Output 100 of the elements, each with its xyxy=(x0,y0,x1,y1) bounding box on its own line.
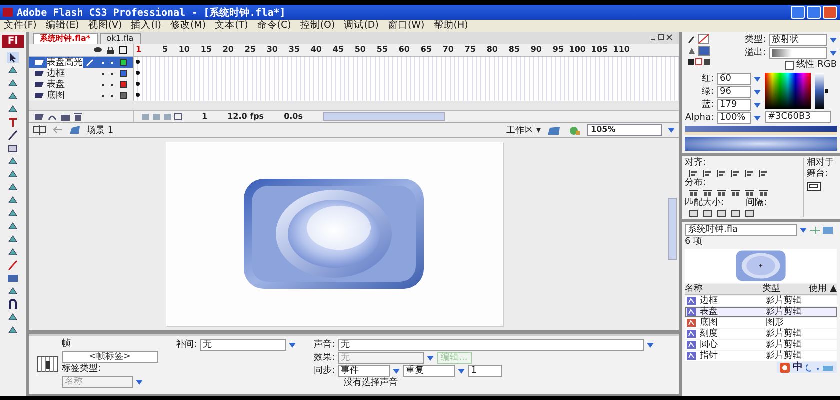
zoom-dropdown[interactable]: 105% xyxy=(587,124,662,136)
library-item[interactable]: 表盘 影片剪辑 xyxy=(685,307,837,317)
caret-icon[interactable] xyxy=(800,228,807,232)
frame-track[interactable] xyxy=(134,90,679,101)
edit-symbols-icon[interactable] xyxy=(547,124,561,136)
fill-color-icon[interactable] xyxy=(688,46,712,56)
caret-icon[interactable] xyxy=(754,102,761,108)
menu-item[interactable]: 文本(T) xyxy=(215,20,248,32)
caret-icon[interactable] xyxy=(668,128,675,132)
overflow-dropdown[interactable] xyxy=(769,47,827,59)
stroke-color-icon[interactable] xyxy=(7,260,19,271)
outline-icon[interactable] xyxy=(119,46,127,54)
library-item[interactable]: 指针 影片剪辑 xyxy=(685,351,837,361)
caret-icon[interactable] xyxy=(289,342,296,348)
distribute-icon[interactable] xyxy=(745,190,754,197)
menu-item[interactable]: 插入(I) xyxy=(131,20,162,32)
menu-item[interactable]: 修改(M) xyxy=(170,20,206,32)
column-header[interactable]: 类型 xyxy=(762,284,810,294)
ime-logo-icon[interactable] xyxy=(780,362,790,372)
magnet-icon[interactable] xyxy=(7,299,19,310)
menu-item[interactable]: 命令(C) xyxy=(257,20,292,32)
keyframe[interactable] xyxy=(136,93,140,97)
layer-name[interactable]: 表盘 xyxy=(47,80,83,90)
linear-rgb-checkbox[interactable] xyxy=(784,61,794,70)
arrow-icon[interactable] xyxy=(7,52,19,63)
caret-icon[interactable] xyxy=(830,50,837,56)
slider-thumb[interactable] xyxy=(825,89,828,93)
distribute-icon[interactable] xyxy=(731,190,740,197)
align-icon[interactable] xyxy=(745,170,754,177)
timeline-toggle-icon[interactable] xyxy=(33,125,47,135)
layer-header[interactable]: 表盘 xyxy=(29,79,134,90)
menu-item[interactable]: 帮助(H) xyxy=(434,20,468,32)
onion-skin-icon[interactable] xyxy=(142,112,182,120)
color-spectrum[interactable] xyxy=(765,73,811,109)
insert-layer-icon[interactable] xyxy=(35,112,44,120)
layer-name[interactable]: 边框 xyxy=(47,68,83,78)
menu-item[interactable]: 控制(O) xyxy=(300,20,336,32)
layer-color-swatch[interactable] xyxy=(120,59,127,66)
menu-item[interactable]: 调试(D) xyxy=(344,20,379,32)
to-stage-icon[interactable] xyxy=(807,182,821,191)
menu-item[interactable]: 窗口(W) xyxy=(388,20,425,32)
folder-icon[interactable] xyxy=(61,112,70,120)
channel-field[interactable]: 179 xyxy=(717,99,751,111)
layer-color-swatch[interactable] xyxy=(120,81,127,88)
layer-header[interactable]: 表盘高光 xyxy=(29,57,134,68)
gradient-bar[interactable] xyxy=(685,126,837,135)
keyframe[interactable] xyxy=(136,71,140,75)
distribute-icon[interactable] xyxy=(689,190,698,197)
layer-color-swatch[interactable] xyxy=(120,92,127,99)
ime-mode[interactable]: 中 xyxy=(793,362,803,373)
vertical-scrollbar[interactable] xyxy=(668,198,677,260)
layer-name[interactable]: 表盘高光 xyxy=(47,58,83,68)
align-icon[interactable] xyxy=(731,170,740,177)
close-button[interactable] xyxy=(823,6,837,19)
repeat-count-field[interactable]: 1 xyxy=(468,365,502,377)
stroke-color-icon[interactable] xyxy=(688,34,712,44)
eye-icon[interactable] xyxy=(94,47,102,53)
caret-icon[interactable] xyxy=(458,368,466,374)
caret-icon[interactable] xyxy=(136,380,143,384)
horizontal-scrollbar[interactable] xyxy=(323,112,446,121)
library-item[interactable]: 刻度 影片剪辑 xyxy=(685,329,837,339)
column-header[interactable]: 名称 xyxy=(685,284,763,294)
caret-icon[interactable] xyxy=(393,368,400,374)
caret-icon[interactable] xyxy=(830,38,837,42)
library-item[interactable]: 底图 图形 xyxy=(685,318,837,328)
tween-dropdown[interactable]: 无 xyxy=(200,339,286,351)
channel-field[interactable]: 60 xyxy=(717,73,751,85)
layer-header[interactable]: 边框 xyxy=(29,68,134,79)
align-icon[interactable] xyxy=(717,170,726,177)
scene-label[interactable]: 场景 1 xyxy=(87,124,114,136)
panel-controls-icon[interactable] xyxy=(651,34,673,41)
layer-color-swatch[interactable] xyxy=(120,70,127,77)
keyframe[interactable] xyxy=(136,82,140,86)
channel-field[interactable]: 100% xyxy=(717,112,751,124)
color-swap-icon[interactable] xyxy=(688,58,712,66)
distribute-icon[interactable] xyxy=(703,190,712,197)
hex-field[interactable]: #3C60B3 xyxy=(765,111,831,123)
layer-name[interactable]: 底图 xyxy=(47,90,83,100)
document-tab[interactable]: 系统时钟.fla* xyxy=(33,33,98,44)
align-icon[interactable] xyxy=(759,170,768,177)
library-file-dropdown[interactable]: 系统时钟.fla xyxy=(685,224,797,236)
caret-icon[interactable] xyxy=(427,356,434,360)
caret-icon[interactable] xyxy=(647,342,654,348)
trash-icon[interactable] xyxy=(74,112,82,120)
keyframe[interactable] xyxy=(136,60,140,64)
menu-item[interactable]: 文件(F) xyxy=(4,20,37,32)
sync-dropdown[interactable]: 事件 xyxy=(338,365,390,377)
rectangle-icon[interactable] xyxy=(7,143,19,154)
document-tab[interactable]: ok1.fla xyxy=(100,33,141,44)
distribute-icon[interactable] xyxy=(717,190,726,197)
fill-type-dropdown[interactable]: 放射状 xyxy=(769,34,827,46)
caret-icon[interactable] xyxy=(754,90,761,94)
channel-field[interactable]: 96 xyxy=(717,86,751,98)
align-icon[interactable] xyxy=(689,170,698,177)
distribute-icon[interactable] xyxy=(759,190,768,197)
caret-icon[interactable] xyxy=(754,116,761,120)
workspace-menu[interactable]: 工作区 ▾ xyxy=(506,124,541,136)
line-icon[interactable] xyxy=(7,130,19,141)
library-item[interactable]: 边框 影片剪辑 xyxy=(685,296,837,306)
ime-tools-icon[interactable] xyxy=(806,364,834,372)
